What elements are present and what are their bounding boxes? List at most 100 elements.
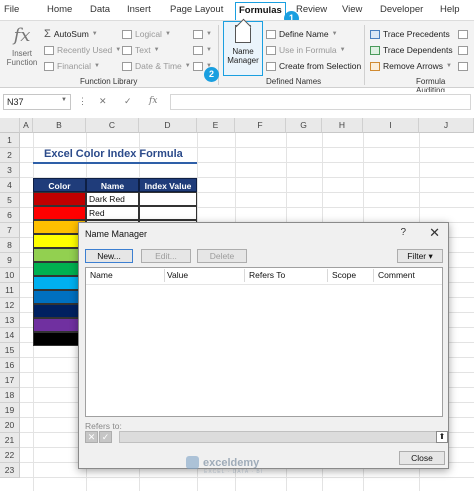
refers-cancel-icon[interactable]: ✕ <box>85 431 98 443</box>
logical-button[interactable]: Logical ▼ <box>122 27 171 41</box>
tab-review[interactable]: Review <box>296 4 327 15</box>
color-name-cell[interactable]: Dark Red <box>86 192 139 206</box>
tab-insert[interactable]: Insert <box>127 4 151 15</box>
row-header[interactable]: 8 <box>0 238 20 253</box>
book-icon <box>44 61 54 71</box>
row-header[interactable]: 20 <box>0 418 20 433</box>
row-header[interactable]: 18 <box>0 388 20 403</box>
row-header[interactable]: 16 <box>0 358 20 373</box>
list-header-refers-to[interactable]: Refers To <box>249 270 285 280</box>
row-header[interactable]: 11 <box>0 283 20 298</box>
name-manager-button[interactable]: Name Manager <box>223 21 263 76</box>
financial-button[interactable]: Financial ▼ <box>44 59 100 73</box>
enter-icon[interactable]: ✓ <box>124 96 132 107</box>
trace-precedents-button[interactable]: Trace Precedents <box>370 27 450 41</box>
row-header[interactable]: 2 <box>0 148 20 163</box>
select-all-corner[interactable] <box>0 118 20 133</box>
define-name-button[interactable]: Define Name ▼ <box>266 27 338 41</box>
color-swatch[interactable] <box>33 192 86 206</box>
column-header[interactable]: G <box>286 118 322 133</box>
date-time-button[interactable]: Date & Time ▼ <box>122 59 191 73</box>
row-header[interactable]: 5 <box>0 193 20 208</box>
list-header-value[interactable]: Value <box>167 270 188 280</box>
math-button[interactable]: ▼ <box>193 43 212 57</box>
row-header[interactable]: 7 <box>0 223 20 238</box>
row-header[interactable]: 9 <box>0 253 20 268</box>
row-header[interactable]: 17 <box>0 373 20 388</box>
column-header[interactable]: J <box>419 118 474 133</box>
tab-home[interactable]: Home <box>47 4 72 15</box>
names-list[interactable]: Name Value Refers To Scope Comment <box>85 267 443 417</box>
grid-line <box>20 477 474 478</box>
recently-used-button[interactable]: Recently Used ▼ <box>44 43 121 57</box>
list-header-name[interactable]: Name <box>90 270 113 280</box>
evaluate-formula-button[interactable] <box>458 59 468 73</box>
row-header[interactable]: 3 <box>0 163 20 178</box>
tab-view[interactable]: View <box>342 4 362 15</box>
group-divider <box>364 25 365 85</box>
list-header-comment[interactable]: Comment <box>378 270 415 280</box>
trace-dependents-button[interactable]: Trace Dependents <box>370 43 453 57</box>
book-icon <box>193 61 203 71</box>
text-button[interactable]: Text ▼ <box>122 43 160 57</box>
chevron-down-icon: ▼ <box>115 47 122 53</box>
color-swatch[interactable] <box>33 206 86 220</box>
column-header[interactable]: B <box>33 118 86 133</box>
error-checking-button[interactable] <box>458 43 468 57</box>
color-name-cell[interactable]: Red <box>86 206 139 220</box>
column-header[interactable]: E <box>197 118 235 133</box>
row-header[interactable]: 4 <box>0 178 20 193</box>
help-icon[interactable]: ? <box>400 227 406 238</box>
row-header[interactable]: 22 <box>0 448 20 463</box>
new-name-button[interactable]: New... <box>85 249 133 263</box>
index-value-cell[interactable] <box>139 206 197 220</box>
exceldemy-logo-icon <box>186 456 199 469</box>
tab-data[interactable]: Data <box>90 4 110 15</box>
close-button[interactable]: Close <box>399 451 445 465</box>
tab-file[interactable]: File <box>4 4 19 15</box>
insert-function-button[interactable]: fx Insert Function <box>4 25 40 67</box>
row-header[interactable]: 19 <box>0 403 20 418</box>
refers-confirm-icon[interactable]: ✓ <box>99 431 112 443</box>
remove-arrows-button[interactable]: Remove Arrows ▼ <box>370 59 452 73</box>
delete-name-button[interactable]: Delete <box>197 249 247 263</box>
close-icon[interactable]: ✕ <box>429 225 440 241</box>
row-header[interactable]: 6 <box>0 208 20 223</box>
create-from-selection-button[interactable]: Create from Selection <box>266 59 361 73</box>
row-header[interactable]: 10 <box>0 268 20 283</box>
cancel-icon[interactable]: ✕ <box>99 96 107 107</box>
index-value-cell[interactable] <box>139 192 197 206</box>
formula-input[interactable] <box>170 94 471 110</box>
filter-button[interactable]: Filter ▾ <box>397 249 443 263</box>
show-formulas-button[interactable] <box>458 27 468 41</box>
name-box[interactable]: N37 ▼ <box>3 94 71 110</box>
row-header[interactable]: 21 <box>0 433 20 448</box>
column-header[interactable]: I <box>363 118 419 133</box>
insert-function-icon[interactable]: fx <box>149 96 157 106</box>
tab-help[interactable]: Help <box>440 4 460 15</box>
column-header[interactable]: C <box>86 118 139 133</box>
column-header[interactable]: D <box>139 118 197 133</box>
row-header[interactable]: 14 <box>0 328 20 343</box>
list-header-scope[interactable]: Scope <box>332 270 356 280</box>
row-header[interactable]: 12 <box>0 298 20 313</box>
autosum-button[interactable]: Σ AutoSum ▼ <box>44 27 98 41</box>
refers-to-input[interactable] <box>119 431 437 443</box>
edit-name-button[interactable]: Edit... <box>141 249 191 263</box>
row-header[interactable]: 1 <box>0 133 20 148</box>
row-header[interactable]: 15 <box>0 343 20 358</box>
tab-developer[interactable]: Developer <box>380 4 423 15</box>
column-divider <box>244 269 245 282</box>
ribbon-tabs: File Home Data Insert Page Layout Formul… <box>0 0 474 20</box>
tab-formulas[interactable]: Formulas <box>235 2 286 20</box>
row-header[interactable]: 13 <box>0 313 20 328</box>
column-header[interactable]: H <box>322 118 363 133</box>
tab-page-layout[interactable]: Page Layout <box>170 4 223 15</box>
lookup-button[interactable]: ▼ <box>193 27 212 41</box>
column-header[interactable]: F <box>235 118 286 133</box>
column-header[interactable]: A <box>20 118 33 133</box>
use-in-formula-button[interactable]: Use in Formula ▼ <box>266 43 346 57</box>
row-header[interactable]: 23 <box>0 463 20 478</box>
collapse-dialog-icon[interactable]: ⬆ <box>436 431 448 443</box>
formula-bar: N37 ▼ ⋮ ✕ ✓ fx <box>0 92 474 112</box>
